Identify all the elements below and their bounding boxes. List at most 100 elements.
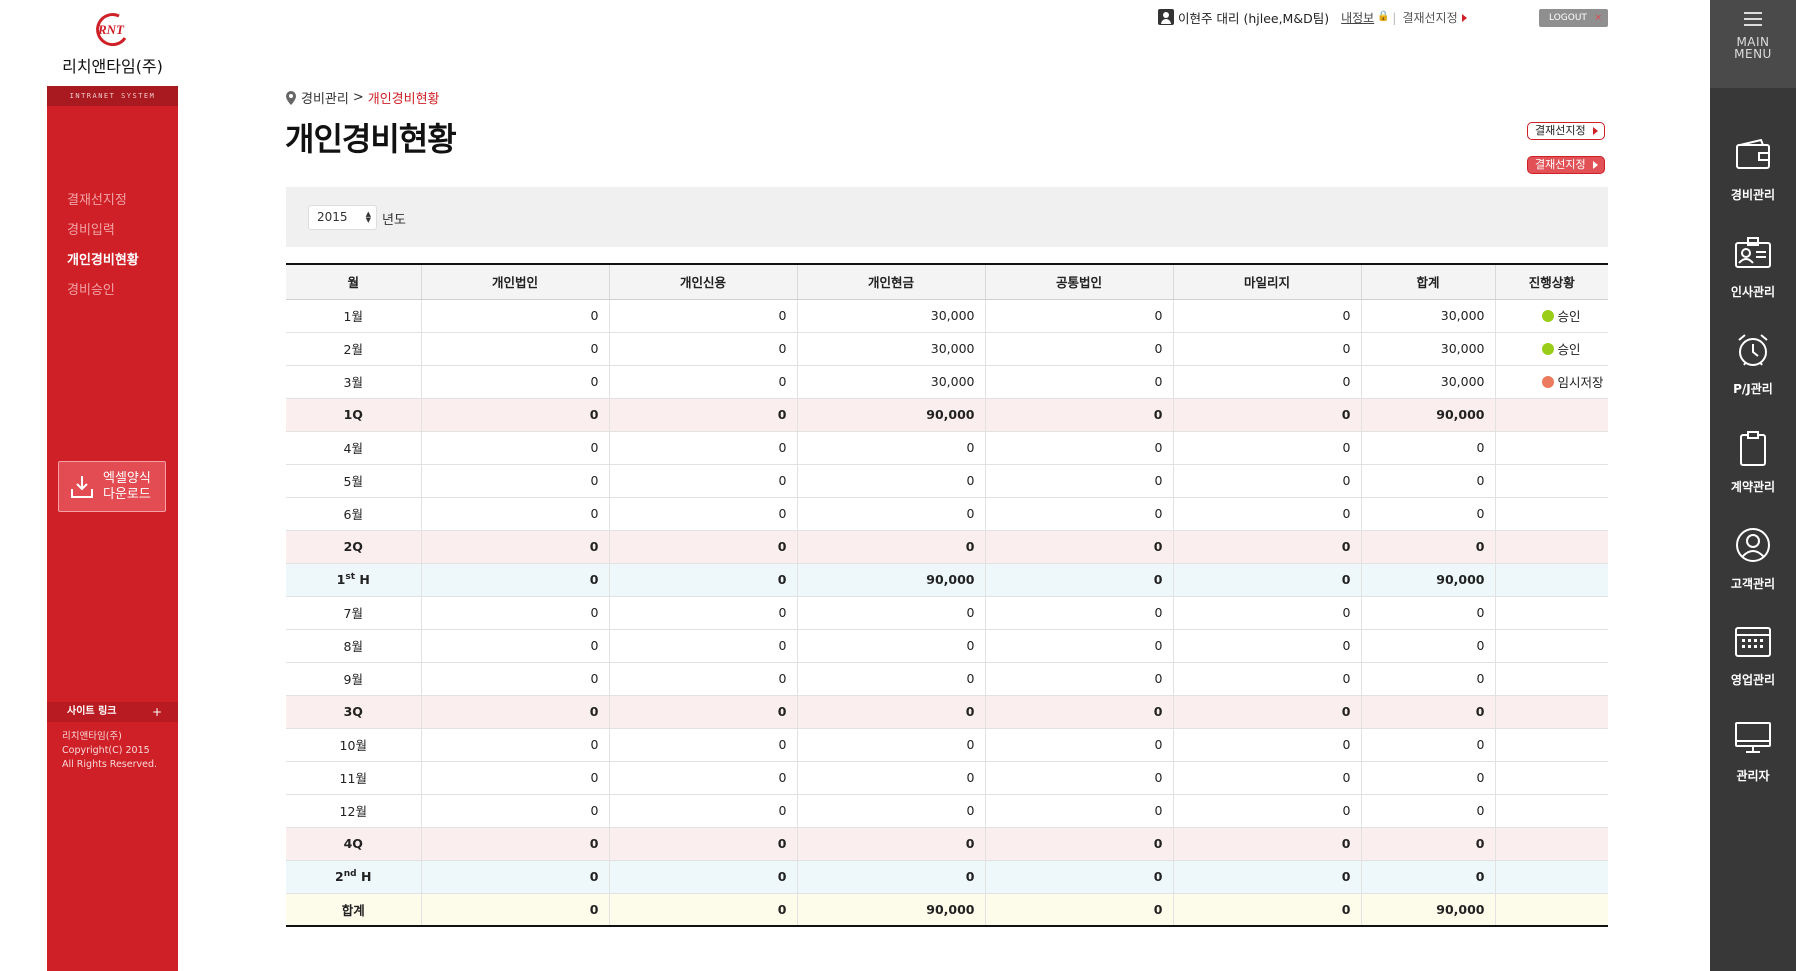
row-label: 7월 [286,596,421,630]
menu-hr[interactable]: 인사관리 [1710,233,1796,329]
row-label: 12월 [286,794,421,828]
row-label: 3월 [286,365,421,399]
cell-common-corp: 0 [984,596,1173,630]
cell-mileage: 0 [1172,761,1361,795]
copyright-line2: Copyright(C) 2015 [62,745,150,756]
cell-personal-cash: 0 [796,761,985,795]
col-header-status: 진행상황 [1494,264,1608,300]
person-circle-icon [1736,528,1770,562]
cell-personal-cash: 0 [796,794,985,828]
cell-personal-corp: 0 [420,893,609,927]
cell-personal-credit: 0 [608,893,797,927]
approval-line-button-outline[interactable]: 결재선지정 [1527,122,1605,140]
cell-mileage: 0 [1172,893,1361,927]
cell-personal-cash: 0 [796,431,985,465]
sidebar-item-expense-input[interactable]: 경비입력 [67,216,139,246]
logout-button[interactable]: LOGOUT × [1539,9,1608,27]
sidebar-item-personal-expense[interactable]: 개인경비현황 [67,246,139,276]
cell-personal-cash: 0 [796,596,985,630]
row-label: 2Q [286,530,421,564]
excel-download-button[interactable]: 엑셀양식 다운로드 [58,461,166,512]
stepper-icon: ▲ ▼ [365,210,371,224]
main-menu-toggle[interactable]: MAIN MENU [1710,0,1796,88]
cell-status [1494,893,1608,927]
expense-table: 월 개인법인 개인신용 개인현금 공통법인 마일리지 합계 진행상황 1월 0 0 3… [286,263,1608,927]
sidebar-item-expense-approval[interactable]: 경비승인 [67,276,139,306]
cell-personal-cash: 90,000 [796,398,985,432]
cell-status [1494,860,1608,894]
cell-personal-corp: 0 [420,563,609,597]
cell-personal-cash: 30,000 [796,332,985,366]
row-label-text: 12월 [339,804,367,819]
cell-personal-credit: 0 [608,497,797,531]
breadcrumb-parent[interactable]: 경비관리 [301,88,349,107]
breadcrumb: 경비관리 > 개인경비현황 [285,88,440,107]
cell-personal-credit: 0 [608,827,797,861]
cell-personal-credit: 0 [608,332,797,366]
row-label-text: 1월 [343,309,363,324]
cell-common-corp: 0 [984,695,1173,729]
cell-total: 0 [1360,662,1495,696]
cell-personal-cash: 0 [796,530,985,564]
menu-project-label: P/J관리 [1733,382,1773,396]
cell-status: 임시저장 [1494,365,1608,399]
cell-total: 90,000 [1360,398,1495,432]
menu-project[interactable]: P/J관리 [1710,330,1796,426]
main-menu-label-2: MENU [1734,47,1772,61]
site-link-toggle[interactable]: 사이트 링크 + [47,702,178,722]
table-row: 2월 0 0 30,000 0 0 30,000 승인 [286,332,1608,366]
company-logo[interactable]: RNT [89,10,135,46]
cell-personal-credit: 0 [608,431,797,465]
hamburger-icon [1744,12,1762,26]
cell-personal-cash: 0 [796,662,985,696]
cell-total: 0 [1360,464,1495,498]
my-info-link[interactable]: 내정보 [1341,9,1374,26]
cell-common-corp: 0 [984,728,1173,762]
user-name: 이현주 대리 (hjlee,M&D팀) [1178,10,1330,26]
copyright: 리치앤타임(주) Copyright(C) 2015 All Rights Re… [62,730,157,772]
status-dot-icon [1541,376,1554,388]
site-link-label: 사이트 링크 [67,706,117,717]
menu-contract[interactable]: 계약관리 [1710,428,1796,524]
cell-mileage: 0 [1172,398,1361,432]
cell-common-corp: 0 [984,827,1173,861]
cell-status [1494,794,1608,828]
cell-mileage: 0 [1172,431,1361,465]
year-value: 2015 [317,210,348,224]
cell-common-corp: 0 [984,332,1173,366]
row-label: 9월 [286,662,421,696]
clipboard-icon [1740,431,1766,466]
table-row: 3Q 0 0 0 0 0 0 [286,695,1608,729]
menu-customer[interactable]: 고객관리 [1710,525,1796,621]
row-label: 4Q [286,827,421,861]
sidebar-item-approval-line[interactable]: 결재선지정 [67,186,139,216]
top-approval-line-link[interactable]: 결재선지정 [1402,9,1467,26]
cell-total: 30,000 [1360,365,1495,399]
row-label-text: 7월 [343,606,363,621]
table-body: 1월 0 0 30,000 0 0 30,000 승인 2월 0 0 30,000 0 0 30,000 승인… [286,299,1608,927]
cell-mileage: 0 [1172,365,1361,399]
cell-common-corp: 0 [984,860,1173,894]
menu-admin[interactable]: 관리자 [1710,717,1796,813]
table-row: 4월 0 0 0 0 0 0 [286,431,1608,465]
cell-status [1494,728,1608,762]
cell-personal-corp: 0 [420,299,609,333]
cell-common-corp: 0 [984,761,1173,795]
row-label-text: 합계 [341,902,365,918]
cell-mileage: 0 [1172,827,1361,861]
menu-expense[interactable]: 경비관리 [1710,136,1796,232]
cell-personal-cash: 30,000 [796,299,985,333]
menu-sales[interactable]: 영업관리 [1710,621,1796,717]
cell-total: 90,000 [1360,893,1495,927]
cell-status [1494,563,1608,597]
cell-personal-credit: 0 [608,761,797,795]
cell-personal-corp: 0 [420,761,609,795]
cell-personal-credit: 0 [608,596,797,630]
approval-line-button-filled[interactable]: 결재선지정 [1527,156,1605,174]
cell-common-corp: 0 [984,464,1173,498]
year-select[interactable]: 2015 ▲ ▼ [308,205,377,230]
row-label-text: 3Q [343,704,363,719]
status-text: 임시저장 [1557,375,1604,390]
cell-total: 30,000 [1360,299,1495,333]
cell-total: 0 [1360,497,1495,531]
